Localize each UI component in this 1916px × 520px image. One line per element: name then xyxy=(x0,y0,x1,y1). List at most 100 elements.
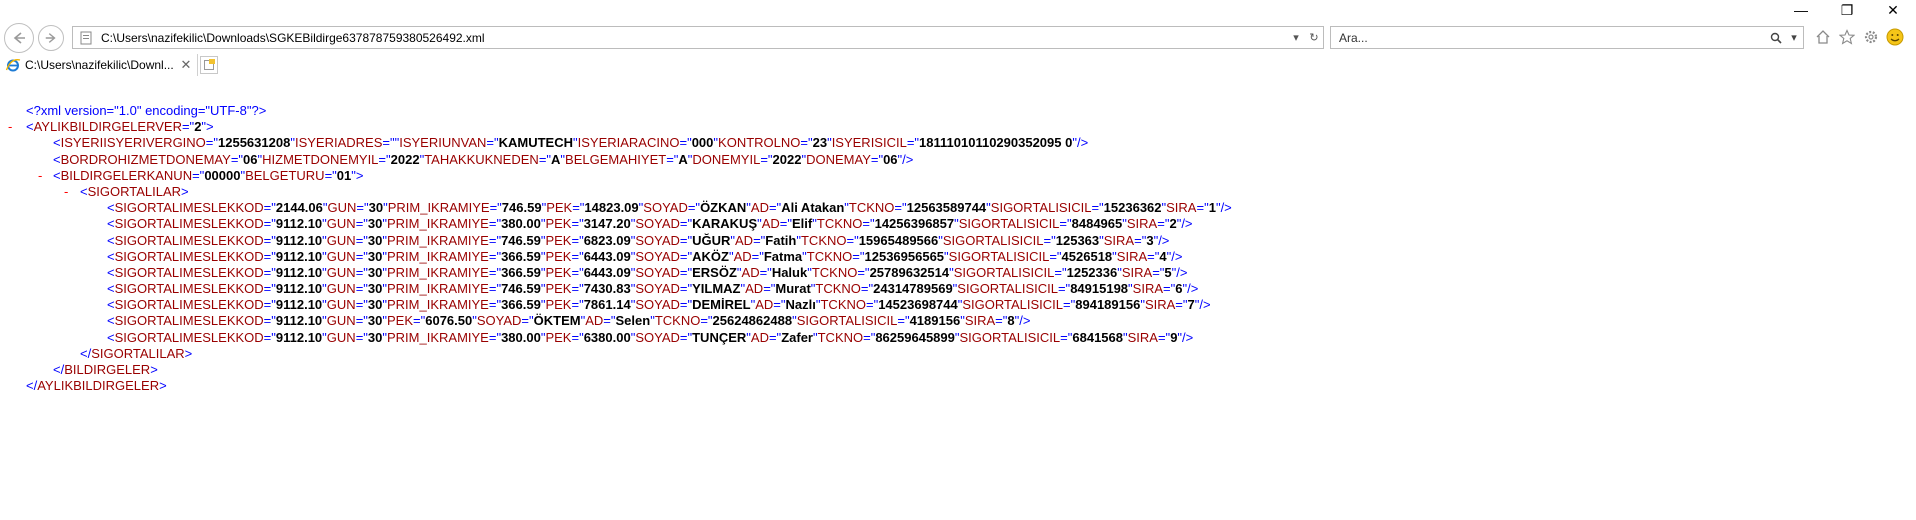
attr-name: GUN xyxy=(327,200,357,216)
attr-name: TCKNO xyxy=(806,248,853,264)
tag-bracket: /> xyxy=(1182,329,1194,345)
attr-name: TCKNO xyxy=(816,216,863,232)
attr-quote: =" xyxy=(1054,264,1067,280)
attr-name: SIGORTALISICIL xyxy=(962,297,1064,313)
collapse-toggle[interactable]: - xyxy=(64,184,68,200)
tag-bracket: < xyxy=(107,297,115,313)
close-window-button[interactable]: ✕ xyxy=(1870,0,1916,20)
attr-quote: =" xyxy=(413,313,426,329)
attr-value: 9112.10 xyxy=(275,232,323,248)
attr-value: 14523698744 xyxy=(878,297,958,313)
attr-quote: =" xyxy=(488,248,502,264)
attr-value: 30 xyxy=(367,248,383,264)
attr-name: SIRA xyxy=(1127,329,1158,345)
attr-name: SIGORTALISICIL xyxy=(959,329,1061,345)
attr-name: MESLEKKOD xyxy=(182,232,264,248)
attr-quote: =" xyxy=(263,313,276,329)
attr-quote: =" xyxy=(205,135,219,151)
attr-quote: =" xyxy=(846,232,859,248)
attr-value: 4 xyxy=(1159,248,1167,264)
tag-bracket: > xyxy=(184,345,193,361)
attr-quote: =" xyxy=(679,232,693,248)
search-input[interactable]: Ara... xyxy=(1331,31,1767,45)
tools-button[interactable] xyxy=(1862,28,1880,46)
address-text[interactable]: C:\Users\nazifekilic\Downloads\SGKEBildi… xyxy=(101,31,1287,45)
attr-value: 86259645899 xyxy=(875,329,955,345)
attr-quote: =" xyxy=(355,216,368,232)
restore-button[interactable]: ❐ xyxy=(1824,0,1870,20)
collapse-toggle[interactable]: - xyxy=(38,168,42,184)
attr-name: SOYAD xyxy=(635,297,680,313)
attr-name: GUN xyxy=(326,216,356,232)
attr-value: 1 xyxy=(1208,200,1216,216)
new-tab-button[interactable] xyxy=(200,56,218,74)
feedback-button[interactable] xyxy=(1886,28,1904,46)
xml-declaration: <?xml version="1.0" encoding="UTF-8"?> xyxy=(0,103,1916,119)
attr-quote: =" xyxy=(486,135,499,151)
attr-value: 2144.06 xyxy=(275,200,323,216)
attr-quote: =" xyxy=(192,167,205,183)
attr-quote: =" xyxy=(488,264,502,280)
attr-quote: =" xyxy=(679,297,693,313)
attr-value: 5 xyxy=(1164,264,1172,280)
tag-bracket: /> xyxy=(902,151,914,167)
attr-value: KAMUTECH xyxy=(498,135,573,151)
attr-quote: =" xyxy=(181,119,195,135)
favorites-button[interactable] xyxy=(1838,28,1856,46)
attr-quote: =" xyxy=(1147,248,1160,264)
refresh-button[interactable]: ↻ xyxy=(1305,27,1323,48)
attr-quote: =" xyxy=(571,216,584,232)
attr-value: 30 xyxy=(367,232,383,248)
attr-value: 6443.09 xyxy=(583,264,631,280)
tab-close-button[interactable]: ✕ xyxy=(179,57,193,73)
attr-name: VER xyxy=(155,119,182,135)
internet-explorer-icon xyxy=(5,59,21,72)
attr-value: Ali Atakan xyxy=(781,200,845,216)
tag-bracket: </ xyxy=(80,345,92,361)
collapse-toggle[interactable]: - xyxy=(8,119,12,135)
attr-value: 6823.09 xyxy=(583,232,631,248)
attr-name: PEK xyxy=(545,248,572,264)
attr-name: DONEMYIL xyxy=(692,151,761,167)
attr-name: MESLEKKOD xyxy=(182,329,264,345)
attr-quote: =" xyxy=(263,329,276,345)
attr-name: TCKNO xyxy=(820,297,866,313)
attr-value: 7 xyxy=(1187,297,1195,313)
xml-isyeri: <ISYERIISYERIVERGINO="1255631208"ISYERIA… xyxy=(0,135,1916,151)
attr-name: TCKNO xyxy=(654,313,701,329)
attr-quote: =" xyxy=(1196,200,1209,216)
xml-sigortalilar-close: </SIGORTALILAR> xyxy=(0,346,1916,362)
attr-name: SOYAD xyxy=(635,281,680,297)
minimize-button[interactable]: — xyxy=(1778,0,1824,20)
attr-name: TCKNO xyxy=(800,232,847,248)
home-button[interactable] xyxy=(1814,28,1832,46)
attr-name: MESLEKKOD xyxy=(182,297,264,313)
attr-name: MESLEKKOD xyxy=(182,248,264,264)
address-dropdown-button[interactable]: ▾ xyxy=(1287,27,1305,48)
attr-quote: =" xyxy=(897,313,910,329)
search-dropdown-button[interactable]: ▾ xyxy=(1785,27,1803,48)
attr-name: TAHAKKUKNEDEN xyxy=(424,151,539,167)
tag-bracket: < xyxy=(53,167,61,183)
attr-quote: =" xyxy=(1043,232,1056,248)
tab-xml-file[interactable]: C:\Users\nazifekilic\Downl... ✕ xyxy=(0,54,198,76)
attr-quote: =" xyxy=(356,200,369,216)
forward-button[interactable] xyxy=(38,25,64,51)
forward-icon xyxy=(45,33,56,43)
search-button[interactable] xyxy=(1767,27,1785,48)
toolbar-icons xyxy=(1814,28,1904,46)
attr-quote: =" xyxy=(800,135,813,151)
back-button[interactable] xyxy=(4,23,34,53)
attr-value: 6443.09 xyxy=(583,248,631,264)
attr-name: ISYERIVERGINO xyxy=(103,135,206,151)
attr-quote: =" xyxy=(860,281,874,297)
attr-name: SIRA xyxy=(1132,281,1163,297)
address-bar[interactable]: C:\Users\nazifekilic\Downloads\SGKEBildi… xyxy=(72,26,1324,49)
tag-name: SIGORTALI xyxy=(114,297,183,313)
attr-quote: =" xyxy=(1091,200,1104,216)
tag-name: SIGORTALILAR xyxy=(87,183,182,199)
refresh-icon: ↻ xyxy=(1309,32,1319,44)
attr-value: 14823.09 xyxy=(584,200,639,216)
search-box[interactable]: Ara... ▾ xyxy=(1330,26,1804,49)
attr-name: KANUN xyxy=(146,167,193,183)
